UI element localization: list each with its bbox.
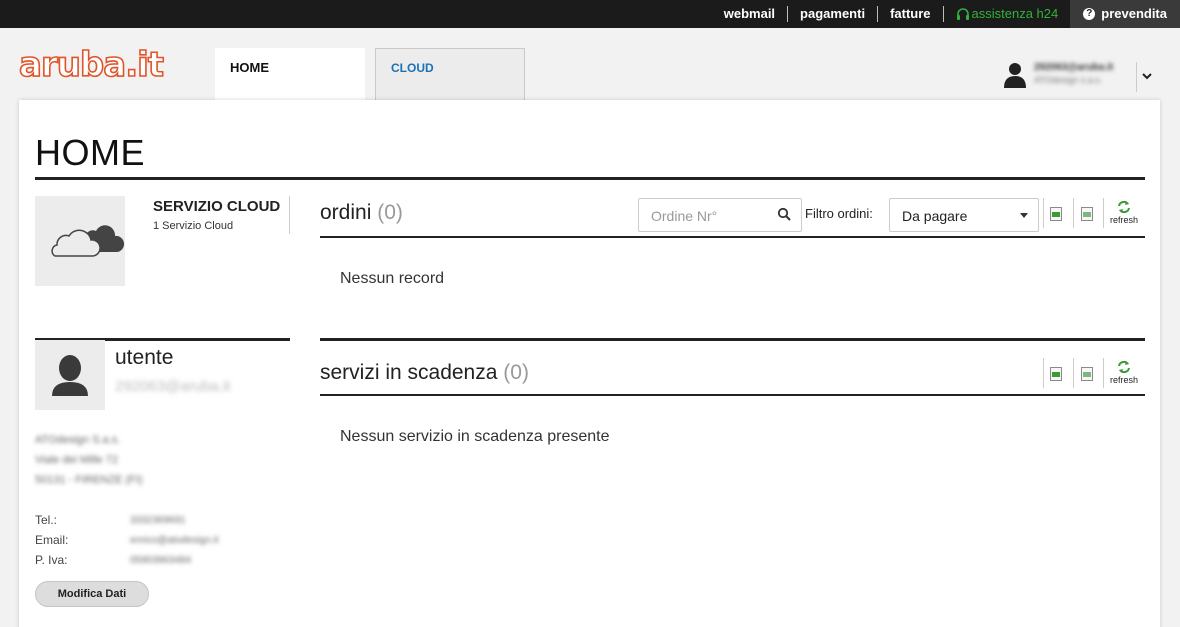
- export-csv-button[interactable]: [1072, 359, 1102, 389]
- avatar: [35, 340, 105, 410]
- orders-title: ordini: [320, 201, 372, 224]
- piva-value: 05903963484: [130, 555, 192, 566]
- user-icon: [1004, 63, 1026, 88]
- expiring-heading: servizi in scadenza (0): [320, 361, 529, 385]
- tab-home[interactable]: HOME: [215, 48, 365, 102]
- user-id: 292063@aruba.it: [115, 378, 231, 395]
- export-excel-button[interactable]: [1041, 359, 1071, 389]
- top-links: webmail pagamenti fatture assistenza h24…: [712, 0, 1180, 28]
- account-info: 292063@aruba.it ATOdesign s.a.s.: [1034, 62, 1113, 85]
- divider: [289, 196, 290, 234]
- orders-count: (0): [377, 201, 403, 224]
- divider: [1103, 358, 1104, 388]
- email-label: Email:: [35, 533, 69, 547]
- caret-down-icon: [1020, 213, 1028, 218]
- expiring-title: servizi in scadenza: [320, 361, 498, 384]
- edit-data-button[interactable]: Modifica Dati: [35, 581, 149, 607]
- order-filter-value: Da pagare: [902, 208, 968, 224]
- expiring-empty-message: Nessun servizio in scadenza presente: [340, 428, 610, 445]
- piva-label: P. Iva:: [35, 553, 68, 567]
- refresh-icon: [1118, 360, 1130, 373]
- address-line: Viale dei Mille 72: [35, 454, 118, 466]
- divider: [1103, 198, 1104, 228]
- csv-icon: [1081, 207, 1093, 221]
- orders-refresh-button[interactable]: refresh: [1109, 197, 1139, 227]
- chevron-down-icon[interactable]: [1142, 70, 1152, 84]
- main-panel: HOME SERVIZIO CLOUD 1 Servizio Cloud ord…: [19, 100, 1160, 627]
- order-filter-select[interactable]: Da pagare: [889, 198, 1039, 232]
- page-title: HOME: [35, 132, 145, 173]
- cloud-icon: [51, 225, 125, 257]
- aruba-logo[interactable]: aruba.it: [18, 44, 165, 86]
- account-id: 292063@aruba.it: [1034, 62, 1114, 73]
- order-filter-label: Filtro ordini:: [805, 206, 873, 221]
- orders-empty-message: Nessun record: [340, 270, 445, 287]
- cloud-service-tile[interactable]: [35, 196, 125, 286]
- pagamenti-link[interactable]: pagamenti: [787, 6, 877, 22]
- search-placeholder: Ordine Nr°: [651, 208, 718, 224]
- user-heading: utente: [115, 346, 174, 369]
- refresh-label: refresh: [1109, 214, 1138, 225]
- order-search-input[interactable]: Ordine Nr°: [638, 198, 802, 232]
- tel-label: Tel.:: [35, 513, 58, 527]
- orders-heading: ordini (0): [320, 201, 403, 225]
- prevendita-link[interactable]: ? prevendita: [1070, 0, 1180, 28]
- fatture-link[interactable]: fatture: [877, 6, 942, 22]
- csv-icon: [1081, 367, 1093, 381]
- service-subtitle: 1 Servizio Cloud: [153, 220, 234, 232]
- section-divider: [320, 338, 1145, 341]
- divider: [1136, 62, 1137, 92]
- refresh-label: refresh: [1109, 374, 1138, 385]
- excel-icon: [1050, 207, 1062, 221]
- headset-icon: [956, 7, 969, 20]
- service-title[interactable]: SERVIZIO CLOUD: [153, 198, 280, 215]
- account-menu[interactable]: 292063@aruba.it ATOdesign s.a.s.: [1004, 62, 1113, 88]
- account-company: ATOdesign s.a.s.: [1034, 75, 1103, 85]
- search-icon[interactable]: [777, 207, 791, 221]
- address-line: 50131 - FIRENZE (FI): [35, 474, 143, 486]
- expiring-refresh-button[interactable]: refresh: [1109, 357, 1139, 387]
- email-value: enrico@atodesign.it: [130, 535, 219, 546]
- top-bar: webmail pagamenti fatture assistenza h24…: [0, 0, 1180, 28]
- export-csv-button[interactable]: [1072, 199, 1102, 229]
- tel-value: 3332369691: [130, 515, 186, 526]
- webmail-link[interactable]: webmail: [712, 6, 787, 22]
- assistenza-label: assistenza h24: [971, 6, 1059, 21]
- tab-cloud[interactable]: CLOUD: [375, 48, 525, 100]
- expiring-count: (0): [503, 361, 529, 384]
- question-icon: ?: [1083, 8, 1096, 20]
- export-excel-button[interactable]: [1041, 199, 1071, 229]
- address-line: ATOdesign S.a.s.: [35, 434, 121, 446]
- user-silhouette-icon: [52, 355, 88, 396]
- prevendita-label: prevendita: [1101, 6, 1167, 21]
- refresh-icon: [1118, 200, 1130, 213]
- title-divider: [35, 177, 1145, 180]
- excel-icon: [1050, 367, 1062, 381]
- expiring-divider: [320, 394, 1145, 396]
- orders-divider: [320, 236, 1145, 238]
- assistenza-link[interactable]: assistenza h24: [942, 6, 1071, 22]
